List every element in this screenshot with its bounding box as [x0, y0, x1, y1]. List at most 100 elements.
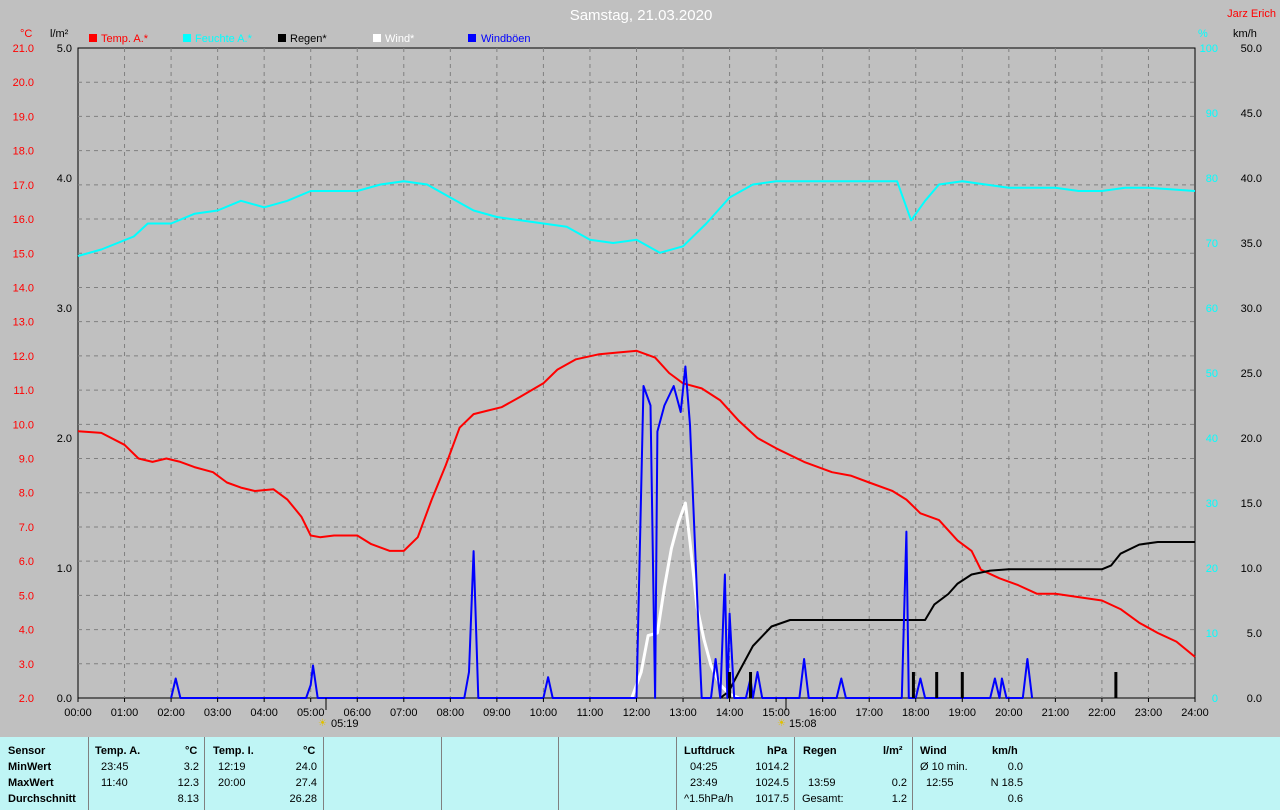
temp-a-min: 3.2 — [183, 761, 199, 773]
time-tick-label: 11:00 — [577, 707, 604, 719]
temp-tick-label: 16.0 — [13, 214, 34, 226]
wind-avg: 0.0 — [1007, 761, 1023, 773]
moon-icon: ☀ — [777, 718, 786, 729]
wind-unit-label: km/h — [1233, 28, 1257, 40]
sun-icon: ☀ — [318, 718, 327, 729]
row-label-avg: Durchschnitt — [8, 793, 76, 805]
temp-tick-label: 11.0 — [13, 385, 34, 397]
author-label: Jarz Erich — [1227, 8, 1276, 20]
wind-tick-label: 20.0 — [1241, 433, 1262, 445]
wind-tick-label: 40.0 — [1241, 173, 1262, 185]
wind-avg-label: Ø 10 min. — [920, 761, 968, 773]
time-tick-label: 21:00 — [1042, 707, 1070, 719]
temp-a-min-time: 23:45 — [101, 761, 129, 773]
wind-unit: km/h — [992, 745, 1018, 757]
temp-tick-label: 12.0 — [13, 351, 34, 363]
humidity-tick-label: 40 — [1206, 433, 1218, 445]
row-label-min: MinWert — [8, 761, 52, 773]
wind-tick-label: 15.0 — [1241, 498, 1262, 510]
temp-tick-label: 6.0 — [19, 556, 34, 568]
rain-tick-label: 3.0 — [57, 303, 72, 315]
humidity-unit-label: % — [1198, 28, 1208, 40]
temp-tick-label: 15.0 — [13, 248, 34, 260]
temp-i-max-time: 20:00 — [218, 777, 246, 789]
temp-a-max-time: 11:40 — [101, 777, 128, 789]
temp-i-min: 24.0 — [295, 761, 317, 773]
temp-i-unit: °C — [303, 745, 316, 757]
temp-i-avg: 26.28 — [289, 793, 317, 805]
stats-empty-col-1 — [324, 737, 442, 810]
temp-a-unit: °C — [185, 745, 198, 757]
time-tick-label: 24:00 — [1181, 707, 1209, 719]
time-tick-label: 01:00 — [111, 707, 139, 719]
time-tick-label: 04:00 — [250, 707, 278, 719]
time-tick-label: 08:00 — [437, 707, 465, 719]
legend-swatch-temp — [89, 34, 97, 42]
stats-pressure-col: Luftdruck hPa 04:25 1014.2 23:49 1024.5 … — [677, 737, 795, 810]
time-tick-label: 14:00 — [716, 707, 744, 719]
rain-header: Regen — [803, 745, 837, 757]
wind-mean: 0.6 — [1007, 793, 1023, 805]
stats-rain-col: Regen l/m² 13:59 0.2 Gesamt: 1.2 — [795, 737, 913, 810]
temp-tick-label: 20.0 — [13, 77, 34, 89]
temp-tick-label: 17.0 — [13, 180, 34, 192]
rain-max: 0.2 — [891, 777, 907, 789]
time-tick-label: 10:00 — [530, 707, 558, 719]
time-tick-label: 18:00 — [902, 707, 930, 719]
time-tick-label: 07:00 — [390, 707, 418, 719]
wind-max: N 18.5 — [990, 777, 1023, 789]
legend-rain: Regen* — [290, 33, 327, 45]
time-tick-label: 02:00 — [157, 707, 185, 719]
sunset-time: 15:08 — [789, 718, 817, 730]
wind-tick-label: 30.0 — [1241, 303, 1262, 315]
temp-i-header: Temp. I. — [213, 745, 254, 757]
stats-empty-col-3 — [559, 737, 677, 810]
rain-unit-label: l/m² — [50, 28, 69, 40]
pressure-max: 1024.5 — [755, 777, 789, 789]
humidity-tick-label: 60 — [1206, 303, 1218, 315]
humidity-tick-label: 50 — [1206, 368, 1218, 380]
wind-header: Wind — [920, 745, 947, 757]
time-tick-label: 03:00 — [204, 707, 232, 719]
humidity-tick-label: 0 — [1212, 693, 1218, 705]
pressure-unit: hPa — [767, 745, 788, 757]
humidity-tick-label: 90 — [1206, 108, 1218, 120]
stats-temp-a-col: Temp. A. °C 23:45 3.2 11:40 12.3 8.13 — [89, 737, 205, 810]
temp-tick-label: 7.0 — [19, 522, 34, 534]
temp-a-avg: 8.13 — [177, 793, 199, 805]
weather-chart: 2.0 3.0 4.0 5.0 6.0 7.0 8.0 9.0 10.0 11.0 12.0 13.0… — [0, 0, 1280, 737]
rain-total: 1.2 — [891, 793, 907, 805]
time-tick-label: 00:00 — [64, 707, 92, 719]
humidity-tick-label: 30 — [1206, 498, 1218, 510]
pressure-trend-label: ^1.5hPa/h — [684, 793, 734, 805]
time-tick-label: 22:00 — [1088, 707, 1116, 719]
temp-tick-label: 2.0 — [19, 693, 34, 705]
pressure-min: 1014.2 — [755, 761, 789, 773]
rain-total-label: Gesamt: — [802, 793, 844, 805]
temp-tick-label: 8.0 — [19, 488, 34, 500]
legend-swatch-gusts — [468, 34, 476, 42]
rain-tick-label: 0.0 — [57, 693, 72, 705]
statistics-panel: Sensor MinWert MaxWert Durchschnitt Temp… — [0, 737, 1280, 810]
time-tick-label: 17:00 — [855, 707, 883, 719]
humidity-tick-label: 70 — [1206, 238, 1218, 250]
pressure-trend: 1017.5 — [755, 793, 789, 805]
temp-a-max: 12.3 — [177, 777, 199, 789]
time-tick-label: 13:00 — [669, 707, 697, 719]
temp-i-min-time: 12:19 — [218, 761, 246, 773]
humidity-tick-label: 20 — [1206, 563, 1218, 575]
rain-unit: l/m² — [883, 745, 903, 757]
time-tick-label: 20:00 — [995, 707, 1023, 719]
wind-tick-label: 45.0 — [1241, 108, 1262, 120]
legend-humidity: Feuchte A.* — [195, 33, 253, 45]
temp-tick-label: 19.0 — [13, 111, 34, 123]
pressure-header: Luftdruck — [684, 745, 735, 757]
temp-tick-label: 9.0 — [19, 454, 34, 466]
temp-tick-label: 13.0 — [13, 317, 34, 329]
wind-tick-label: 25.0 — [1241, 368, 1262, 380]
temp-i-max: 27.4 — [295, 777, 317, 789]
stats-wind-col: Wind km/h Ø 10 min. 0.0 12:55 N 18.5 0.6 — [913, 737, 1030, 810]
time-tick-label: 19:00 — [949, 707, 977, 719]
rain-max-time: 13:59 — [808, 777, 836, 789]
wind-max-time: 12:55 — [926, 777, 954, 789]
